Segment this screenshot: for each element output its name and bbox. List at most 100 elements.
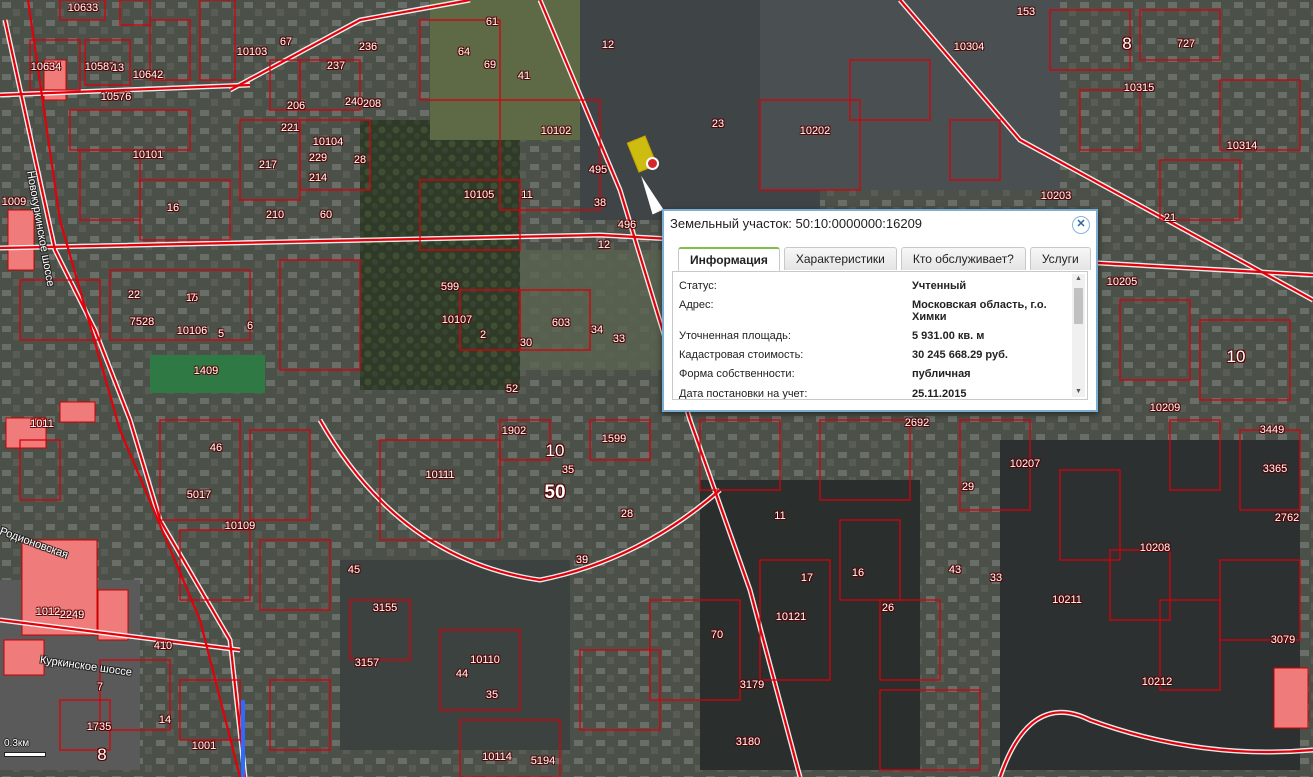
parcel-label: 3155 (372, 602, 398, 614)
info-key: Статус: (679, 280, 717, 292)
parcel-label: 210 (265, 209, 285, 221)
parcel-label: 7 (96, 681, 104, 693)
parcel-label: 2762 (1274, 512, 1300, 524)
info-value: 25.11.2015 (912, 388, 967, 400)
parcel-label: 70 (710, 629, 724, 641)
parcel-label: 496 (617, 219, 637, 231)
parcel-label: 10103 (236, 46, 268, 58)
parcel-label: 34 (590, 324, 604, 336)
parcel-label: 208 (362, 98, 382, 110)
parcel-label: 39 (575, 554, 589, 566)
parcel-label: 10114 (482, 751, 512, 763)
parcel-label: 17 (800, 572, 814, 584)
parcel-label: 10304 (953, 41, 985, 53)
parcel-label: 5 (217, 328, 225, 340)
parcel-label: 1011 (30, 418, 54, 430)
parcel-label: 2692 (904, 417, 930, 429)
scroll-up-icon[interactable]: ▲ (1072, 274, 1085, 284)
parcel-label: 10102 (540, 125, 572, 137)
scroll-down-icon[interactable]: ▼ (1072, 387, 1085, 397)
parcel-label: 35 (561, 464, 575, 476)
parcel-label: 33 (612, 333, 626, 345)
parcel-label: 29 (961, 481, 975, 493)
map-imagery (0, 0, 1313, 777)
scale-bar (4, 752, 46, 757)
parcel-label: 41 (517, 70, 531, 82)
scroll-thumb[interactable] (1074, 288, 1083, 324)
parcel-label: 10208 (1139, 542, 1171, 554)
parcel-label: 599 (440, 281, 460, 293)
info-panel: Статус: Учтенный Адрес: Московская облас… (672, 271, 1088, 400)
parcel-label: 5194 (530, 755, 556, 767)
parcel-label: 10587 (84, 61, 116, 73)
parcel-label: 10576 (100, 91, 132, 103)
scale-label: 0.3км (4, 738, 30, 749)
parcel-label: 6 (246, 320, 254, 332)
parcel-label: 217 (258, 159, 278, 171)
info-key: Уточненная площадь: (679, 330, 791, 342)
parcel-label: 10107 (441, 314, 473, 326)
parcel-label: 10110 (470, 654, 500, 666)
parcel-label: 67 (279, 36, 293, 48)
info-key: Форма собственности: (679, 368, 795, 380)
scrollbar[interactable]: ▲ ▼ (1072, 274, 1085, 397)
parcel-label: 28 (353, 154, 367, 166)
parcel-label: 10212 (1141, 676, 1173, 688)
parcel-label: 1001 (191, 740, 217, 752)
info-key: Дата постановки на учет: (679, 388, 808, 400)
parcel-label: 214 (308, 172, 328, 184)
tab-info[interactable]: Информация (678, 247, 780, 272)
cadastral-map[interactable]: 10633 10634 10587 10642 10103 10576 10101 10104… (0, 0, 1313, 777)
parcel-label: 35 (485, 689, 499, 701)
close-icon[interactable]: ✕ (1072, 216, 1090, 234)
parcel-label: 237 (326, 60, 346, 72)
parcel-label: 28 (620, 508, 634, 520)
parcel-label: 10106 (176, 325, 208, 337)
parcel-label: 43 (948, 564, 962, 576)
parcel-label: 1009 (1, 196, 27, 208)
parcel-label: 2 (479, 329, 487, 341)
parcel-label: 16 (851, 567, 865, 579)
parcel-label: 727 (1176, 38, 1196, 50)
parcel-label: 10104 (312, 136, 344, 148)
parcel-label: 45 (347, 564, 361, 576)
popup-title: Земельный участок: 50:10:0000000:16209 (670, 216, 923, 231)
parcel-label: 14 (158, 714, 172, 726)
parcel-label: 236 (358, 41, 378, 53)
tab-services[interactable]: Услуги (1029, 247, 1091, 270)
parcel-label: 10121 (775, 611, 807, 623)
parcel-label: 10314 (1226, 140, 1258, 152)
popup-tabs: Информация Характеристики Кто обслуживае… (678, 247, 1091, 272)
info-key: Кадастровая стоимость: (679, 349, 804, 361)
parcel-label: 23 (711, 118, 725, 130)
location-marker-icon[interactable] (646, 157, 659, 170)
info-value: публичная (912, 368, 971, 380)
parcel-label: 61 (485, 16, 499, 28)
info-value: 30 245 668.29 руб. (912, 349, 1008, 361)
parcel-label: 7 (189, 292, 197, 304)
info-value: Московская область, г.о. Химки (912, 299, 1047, 323)
parcel-label: 8 (97, 745, 107, 764)
info-value: 5 931.00 кв. м (912, 330, 985, 342)
parcel-label: 1735 (86, 721, 112, 733)
parcel-label: 3180 (735, 736, 761, 748)
parcel-label: 60 (319, 209, 333, 221)
parcel-label: 10634 (30, 61, 62, 73)
tab-who-serves[interactable]: Кто обслуживает? (900, 247, 1026, 270)
parcel-label: 3079 (1270, 634, 1296, 646)
tab-characteristics[interactable]: Характеристики (783, 247, 897, 270)
parcel-label: 16 (166, 202, 180, 214)
parcel-label: 52 (505, 383, 519, 395)
parcel-label: 38 (593, 197, 607, 209)
info-key: Адрес: (679, 299, 714, 311)
parcel-label: 21 (1163, 212, 1177, 224)
parcel-label: 10202 (799, 125, 831, 137)
parcel-label: 10205 (1106, 276, 1138, 288)
parcel-label: 3157 (354, 657, 380, 669)
parcel-label: 10109 (224, 520, 256, 532)
parcel-label: 22 (127, 289, 141, 301)
parcel-label: 240 (344, 96, 364, 108)
parcel-label: 10101 (132, 149, 164, 161)
parcel-info-popup: Земельный участок: 50:10:0000000:16209 ✕… (662, 209, 1098, 412)
parcel-label: 46 (209, 442, 223, 454)
